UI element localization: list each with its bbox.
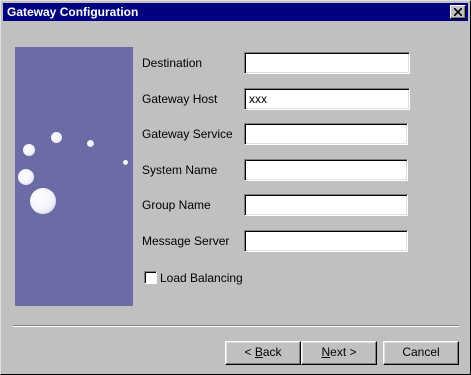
load-balancing-label[interactable]: Load Balancing <box>160 271 243 285</box>
next-button-mnemonic: N <box>321 345 331 359</box>
cancel-button-label: Cancel <box>402 345 440 359</box>
title-bar[interactable]: Gateway Configuration <box>3 3 468 21</box>
gateway-service-input[interactable] <box>244 123 408 145</box>
bubble-graphic <box>18 169 34 185</box>
gateway-host-label: Gateway Host <box>142 92 218 106</box>
back-button-mnemonic: B <box>254 345 263 359</box>
next-button-label: ext > <box>330 345 357 359</box>
bubble-graphic <box>123 160 128 165</box>
gateway-service-label: Gateway Service <box>142 127 233 141</box>
bubble-graphic <box>30 188 56 214</box>
group-name-label: Group Name <box>142 198 211 212</box>
system-name-label: System Name <box>142 163 218 177</box>
message-server-label: Message Server <box>142 234 230 248</box>
destination-label: Destination <box>142 56 203 70</box>
close-button[interactable] <box>450 5 466 19</box>
group-name-input[interactable] <box>244 194 408 216</box>
back-button-prefix: < <box>244 345 255 359</box>
separator <box>13 325 459 327</box>
destination-input[interactable] <box>244 52 410 74</box>
gateway-host-input[interactable] <box>244 88 410 110</box>
bubble-graphic <box>51 132 62 143</box>
wizard-side-graphic <box>15 47 133 306</box>
load-balancing-checkbox[interactable] <box>144 271 157 284</box>
cancel-button[interactable]: Cancel <box>383 341 459 365</box>
bubble-graphic <box>87 140 94 147</box>
back-button-label: ack <box>262 345 282 359</box>
message-server-input[interactable] <box>244 230 408 252</box>
window-title: Gateway Configuration <box>7 5 139 19</box>
back-button[interactable]: < Back <box>225 341 301 365</box>
close-icon <box>454 8 462 16</box>
bubble-graphic <box>23 144 35 156</box>
system-name-input[interactable] <box>244 159 408 181</box>
gateway-configuration-dialog: Gateway Configuration Destination Gatewa… <box>0 0 471 375</box>
next-button[interactable]: Next > <box>301 341 377 365</box>
